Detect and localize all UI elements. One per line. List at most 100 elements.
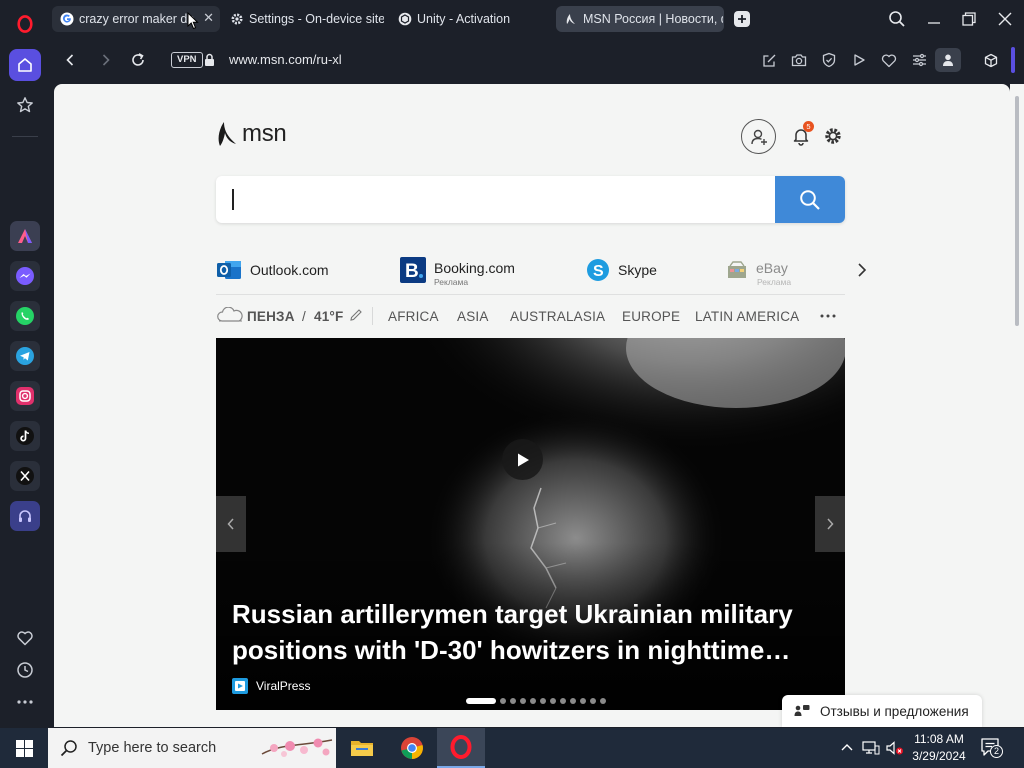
sidebar-x-button[interactable]: [10, 461, 40, 491]
feedback-button[interactable]: Отзывы и предложения: [782, 695, 982, 727]
carousel-dot[interactable]: [580, 698, 586, 704]
minimize-button[interactable]: [926, 10, 942, 28]
carousel-dot[interactable]: [510, 698, 516, 704]
cube-icon: [984, 53, 998, 67]
back-button[interactable]: [60, 50, 80, 70]
carousel-dot[interactable]: [550, 698, 556, 704]
search-button[interactable]: [775, 176, 845, 223]
vpn-badge[interactable]: VPN: [171, 52, 203, 68]
sidebar-player-button[interactable]: [10, 501, 40, 531]
carousel-dot[interactable]: [540, 698, 546, 704]
hero-headline[interactable]: Russian artillerymen target Ukrainian mi…: [232, 596, 832, 668]
sidebar-telegram-button[interactable]: [10, 341, 40, 371]
home-button[interactable]: [9, 49, 41, 81]
start-button[interactable]: [0, 728, 48, 768]
carousel-dot-active[interactable]: [466, 698, 496, 704]
adblock-button[interactable]: [819, 50, 839, 70]
carousel-dot[interactable]: [500, 698, 506, 704]
quick-link-ebay[interactable]: eBay Реклама: [726, 256, 791, 287]
quick-link-label: eBay: [756, 260, 788, 276]
sign-in-button[interactable]: [741, 119, 776, 154]
settings-button[interactable]: [823, 126, 843, 146]
sidebar-instagram-button[interactable]: [10, 381, 40, 411]
carousel-dot[interactable]: [590, 698, 596, 704]
close-icon[interactable]: ✕: [203, 10, 214, 26]
url-field[interactable]: www.msn.com/ru-xl: [229, 52, 342, 67]
chevron-up-icon[interactable]: [840, 742, 854, 752]
sidebar-aria-button[interactable]: [10, 221, 40, 251]
easy-setup-button[interactable]: [909, 50, 929, 70]
notifications-button[interactable]: 5: [792, 121, 814, 146]
taskbar-file-explorer[interactable]: [338, 728, 386, 768]
carousel-dot[interactable]: [600, 698, 606, 704]
chrome-icon: [401, 737, 423, 759]
sidebar-favorites-button[interactable]: [9, 622, 41, 654]
taskbar-opera[interactable]: [437, 728, 485, 768]
region-europe[interactable]: EUROPE: [622, 309, 680, 324]
weather-temp[interactable]: 41°F: [314, 309, 343, 324]
text-caret: [232, 189, 234, 210]
extensions-button[interactable]: [981, 50, 1001, 70]
share-button[interactable]: [759, 50, 779, 70]
msn-logo[interactable]: msn: [216, 120, 287, 148]
speed-dial-button[interactable]: [9, 89, 41, 121]
sidebar-more-button[interactable]: [9, 686, 41, 718]
network-icon[interactable]: [862, 741, 880, 755]
action-center-button[interactable]: 2: [980, 737, 1004, 759]
carousel-next-button[interactable]: [815, 496, 845, 552]
chevron-left-icon: [227, 518, 234, 530]
hero-carousel[interactable]: Russian artillerymen target Ukrainian mi…: [216, 338, 845, 710]
sidebar-tiktok-button[interactable]: [10, 421, 40, 451]
play-outline-icon: [854, 54, 865, 66]
taskbar-clock[interactable]: 11:08 AM 3/29/2024: [910, 731, 968, 765]
region-asia[interactable]: ASIA: [457, 309, 489, 324]
folder-icon: [351, 741, 373, 756]
messenger-icon: [16, 267, 34, 285]
volume-muted-icon[interactable]: [886, 741, 904, 755]
tab-msn-active[interactable]: MSN Россия | Новости, ф: [556, 6, 724, 32]
carousel-dot[interactable]: [570, 698, 576, 704]
tab-unity[interactable]: Unity - Activation: [390, 6, 550, 32]
quick-link-booking[interactable]: B Booking.com Реклама: [400, 256, 515, 287]
tab-search-button[interactable]: [888, 10, 906, 28]
scrollbar-thumb[interactable]: [1015, 96, 1019, 326]
new-tab-button[interactable]: [734, 11, 750, 27]
more-dots-icon: [17, 700, 33, 704]
quick-links-next-button[interactable]: [856, 262, 868, 278]
region-latin-america[interactable]: LATIN AMERICA: [695, 309, 799, 324]
region-australasia[interactable]: AUSTRALASIA: [510, 309, 605, 324]
quick-link-skype[interactable]: S Skype: [586, 256, 657, 284]
close-window-button[interactable]: [997, 11, 1013, 27]
carousel-dot[interactable]: [520, 698, 526, 704]
carousel-dot[interactable]: [530, 698, 536, 704]
search-box[interactable]: [216, 176, 845, 223]
profile-button[interactable]: [935, 48, 961, 72]
clock-time: 11:08 AM: [914, 732, 964, 746]
weather-city[interactable]: ПЕНЗА: [247, 309, 295, 324]
reload-button[interactable]: [128, 50, 148, 70]
bookmark-button[interactable]: [879, 50, 899, 70]
carousel-dot[interactable]: [560, 698, 566, 704]
tab-settings[interactable]: Settings - On-device site c: [222, 6, 384, 32]
forward-button[interactable]: [96, 50, 116, 70]
quick-link-outlook[interactable]: Outlook.com: [216, 256, 329, 284]
snapshot-button[interactable]: [789, 50, 809, 70]
page-scrollbar[interactable]: [1010, 84, 1024, 727]
taskbar-chrome[interactable]: [388, 728, 436, 768]
user-icon: [943, 54, 953, 66]
search-input[interactable]: [238, 176, 758, 223]
opera-menu-button[interactable]: [9, 8, 41, 40]
region-africa[interactable]: AFRICA: [388, 309, 439, 324]
restore-button[interactable]: [961, 11, 977, 27]
carousel-prev-button[interactable]: [216, 496, 246, 552]
taskbar-search[interactable]: Type here to search: [48, 728, 336, 768]
play-button[interactable]: [502, 439, 543, 480]
sidebar-history-button[interactable]: [9, 654, 41, 686]
sidebar-whatsapp-button[interactable]: [10, 301, 40, 331]
more-dots-icon[interactable]: [820, 314, 836, 318]
ebay-icon: [728, 261, 746, 278]
sidebar-messenger-button[interactable]: [10, 261, 40, 291]
player-button[interactable]: [849, 50, 869, 70]
opera-logo-icon: [450, 735, 472, 759]
hero-source[interactable]: ViralPress: [232, 678, 310, 694]
